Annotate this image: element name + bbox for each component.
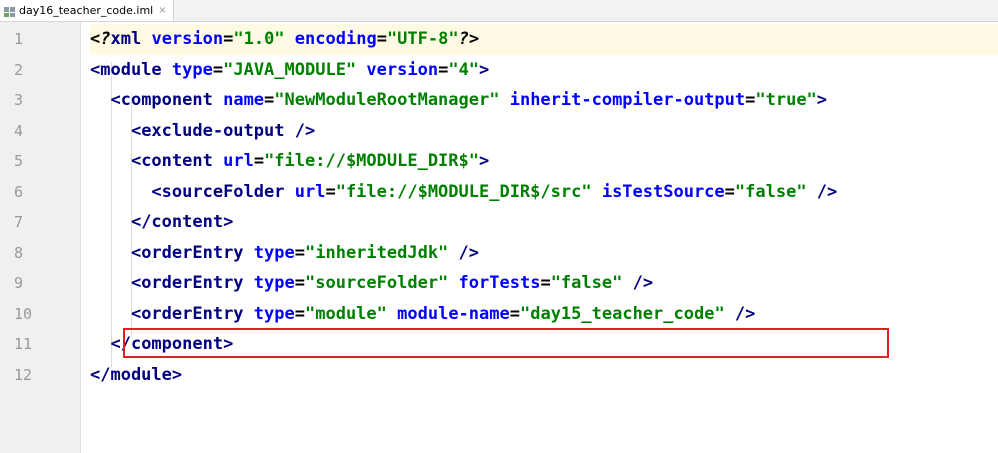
line-number: 6	[14, 182, 24, 201]
code-editor: day16_teacher_code.iml × 1 2 3 4 5 6 7 8…	[0, 0, 998, 453]
code-line-6: <sourceFolder url="file://$MODULE_DIR$/s…	[151, 181, 838, 202]
line-number: 5	[14, 152, 24, 170]
close-icon[interactable]: ×	[158, 5, 166, 16]
line-number: 11	[14, 335, 33, 353]
line-number: 1	[14, 30, 24, 48]
line-number: 4	[14, 121, 24, 140]
code-line-9: <orderEntry type="sourceFolder" forTests…	[130, 273, 654, 293]
module-file-icon	[4, 5, 16, 17]
line-number: 12	[14, 365, 33, 384]
code-line-4: <exclude-output />	[130, 120, 316, 141]
line-number: 8	[14, 243, 24, 262]
code-line-10: <orderEntry type="module" module-name="d…	[130, 303, 756, 324]
code-line-2: <module type="JAVA_MODULE" version="4">	[90, 59, 490, 80]
code-line-8: <orderEntry type="inheritedJdk" />	[130, 242, 480, 263]
tab-filename: day16_teacher_code.iml	[19, 4, 154, 17]
code-line-1: <?xml version="1.0" encoding="UTF-8"?>	[90, 24, 998, 55]
code-line-12: </module>	[90, 364, 183, 385]
code-line-3: <component name="NewModuleRootManager" i…	[110, 90, 828, 110]
code-line-5: <content url="file://$MODULE_DIR$">	[130, 151, 490, 171]
code-line-7: </content>	[130, 212, 234, 232]
editor-tab-bar: day16_teacher_code.iml ×	[0, 0, 998, 22]
line-number: 7	[14, 213, 24, 231]
line-number: 3	[14, 91, 24, 109]
code-area[interactable]: <?xml version="1.0" encoding="UTF-8"?> <…	[90, 24, 998, 390]
line-number: 9	[14, 274, 24, 292]
line-number: 10	[14, 304, 33, 323]
code-line-11: </component>	[110, 334, 234, 354]
line-number: 2	[14, 60, 24, 79]
line-numbers: 1 2 3 4 5 6 7 8 9 10 11 12	[0, 24, 80, 390]
editor-tab[interactable]: day16_teacher_code.iml ×	[0, 0, 174, 21]
